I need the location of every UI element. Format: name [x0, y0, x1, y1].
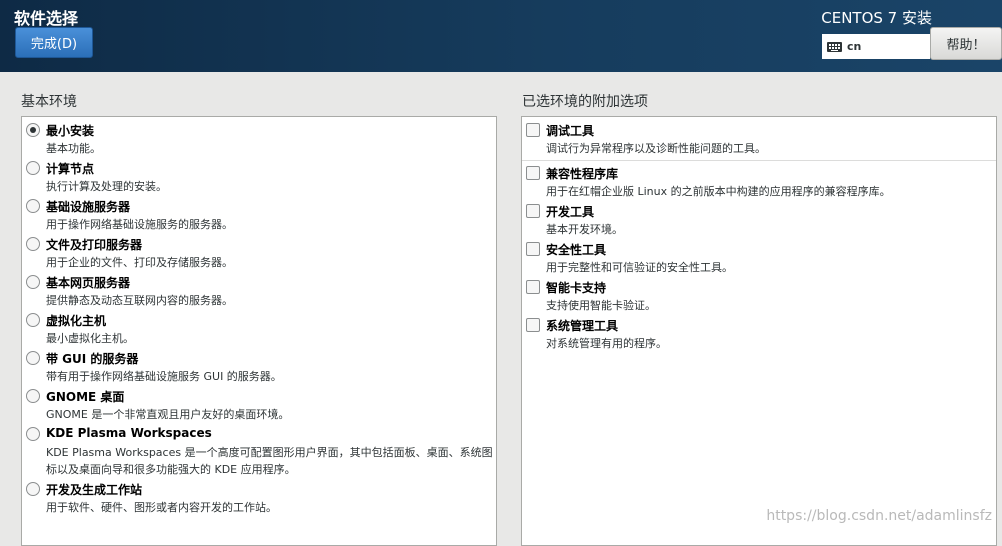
checkbox[interactable]: [526, 242, 540, 256]
addon-name: 兼容性程序库: [546, 167, 619, 181]
keyboard-layout-indicator[interactable]: cn: [822, 34, 930, 59]
env-desc: 用于企业的文件、打印及存储服务器。: [46, 256, 233, 269]
checkbox[interactable]: [526, 204, 540, 218]
env-desc: 用于软件、硬件、图形或者内容开发的工作站。: [46, 501, 277, 514]
addon-desc: 用于完整性和可信验证的安全性工具。: [546, 261, 733, 274]
radio-button[interactable]: [26, 237, 40, 251]
base-environment-list: 最小安装 基本功能。 计算节点 执行计算及处理的安装。 基础设施服务器 用于操作…: [21, 116, 497, 546]
addon-name: 系统管理工具: [546, 319, 619, 333]
watermark: https://blog.csdn.net/adamlinsfz: [766, 508, 992, 524]
env-name: 基础设施服务器: [46, 200, 131, 214]
radio-button[interactable]: [26, 482, 40, 496]
addons-label: 已选环境的附加选项: [522, 94, 648, 110]
addon-desc: 用于在红帽企业版 Linux 的之前版本中构建的应用程序的兼容程序库。: [546, 185, 891, 198]
env-name: 文件及打印服务器: [46, 238, 143, 252]
addon-name: 智能卡支持: [546, 281, 607, 295]
env-desc: 提供静态及动态互联网内容的服务器。: [46, 294, 233, 307]
env-name: 虚拟化主机: [46, 314, 107, 328]
env-name: 计算节点: [46, 162, 95, 176]
addon-desc: 支持使用智能卡验证。: [546, 299, 656, 312]
addon-name: 安全性工具: [546, 243, 607, 257]
product-title: CENTOS 7 安装: [821, 9, 932, 27]
header-bar: 软件选择 完成(D) CENTOS 7 安装 cn 帮助！: [0, 0, 1002, 72]
page-title: 软件选择: [14, 9, 79, 28]
env-desc: KDE Plasma Workspaces 是一个高度可配置图形用户界面，其中包…: [46, 446, 493, 476]
radio-button[interactable]: [26, 275, 40, 289]
help-button[interactable]: 帮助！: [930, 27, 1002, 60]
radio-button[interactable]: [26, 161, 40, 175]
addon-desc: 调试行为异常程序以及诊断性能问题的工具。: [546, 142, 766, 155]
keyboard-layout-label: cn: [847, 40, 862, 53]
radio-button[interactable]: [26, 313, 40, 327]
env-desc: 用于操作网络基础设施服务的服务器。: [46, 218, 233, 231]
addon-name: 调试工具: [546, 124, 595, 138]
base-environment-label: 基本环境: [21, 94, 77, 110]
env-name: 带 GUI 的服务器: [46, 352, 139, 366]
env-desc: 执行计算及处理的安装。: [46, 180, 167, 193]
env-desc: 基本功能。: [46, 142, 101, 155]
addon-desc: 对系统管理有用的程序。: [546, 337, 667, 350]
env-name: KDE Plasma Workspaces: [46, 426, 212, 440]
radio-button[interactable]: [26, 351, 40, 365]
env-name: 开发及生成工作站: [46, 483, 143, 497]
addon-desc: 基本开发环境。: [546, 223, 623, 236]
checkbox[interactable]: [526, 123, 540, 137]
env-desc: 带有用于操作网络基础设施服务 GUI 的服务器。: [46, 370, 282, 383]
done-button[interactable]: 完成(D): [15, 27, 93, 58]
checkbox[interactable]: [526, 318, 540, 332]
env-name: 最小安装: [46, 124, 95, 138]
env-desc: GNOME 是一个非常直观且用户友好的桌面环境。: [46, 408, 290, 421]
radio-button[interactable]: [26, 389, 40, 403]
divider: [522, 160, 996, 161]
env-name: 基本网页服务器: [46, 276, 131, 290]
radio-button[interactable]: [26, 427, 40, 441]
env-desc: 最小虚拟化主机。: [46, 332, 134, 345]
checkbox[interactable]: [526, 166, 540, 180]
keyboard-icon: [827, 41, 842, 52]
radio-button[interactable]: [26, 123, 40, 137]
checkbox[interactable]: [526, 280, 540, 294]
addon-name: 开发工具: [546, 205, 595, 219]
addons-list: 调试工具 调试行为异常程序以及诊断性能问题的工具。 兼容性程序库 用于在红帽企业…: [521, 116, 997, 546]
env-name: GNOME 桌面: [46, 390, 125, 404]
radio-button[interactable]: [26, 199, 40, 213]
